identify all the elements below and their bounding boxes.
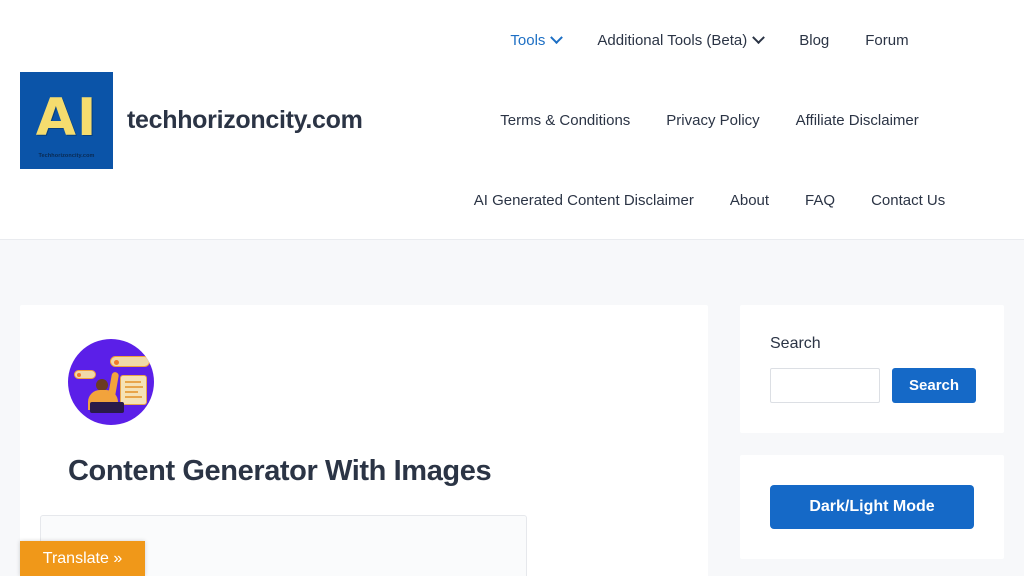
nav-item-faq[interactable]: FAQ <box>787 192 853 209</box>
search-widget: Search Search <box>740 305 1004 433</box>
nav-item-label: Tools <box>510 31 546 49</box>
chevron-down-icon[interactable] <box>752 30 766 44</box>
nav-item-contact-us[interactable]: Contact Us <box>853 192 963 209</box>
nav-item-label: Privacy Policy <box>666 111 760 129</box>
dark-light-mode-button[interactable]: Dark/Light Mode <box>770 485 974 529</box>
page-title: Content Generator With Images <box>68 455 492 487</box>
illustration-left-bar <box>74 370 96 379</box>
search-button[interactable]: Search <box>892 368 977 403</box>
illustration-doc-line <box>125 396 142 398</box>
illustration-laptop <box>90 402 124 413</box>
illustration-doc-line <box>125 381 141 383</box>
illustration-document <box>120 375 147 405</box>
nav-row-3: AI Generated Content Disclaimer About FA… <box>395 160 1024 240</box>
nav-item-privacy-policy[interactable]: Privacy Policy <box>648 112 777 129</box>
nav-item-blog[interactable]: Blog <box>781 32 847 49</box>
nav-row-2: Terms & Conditions Privacy Policy Affili… <box>395 80 1024 160</box>
nav-item-affiliate-disclaimer[interactable]: Affiliate Disclaimer <box>778 112 937 129</box>
sidebar: Search Search Dark/Light Mode <box>740 305 1004 559</box>
search-input[interactable] <box>770 368 880 403</box>
site-title: techhorizoncity.com <box>127 106 363 134</box>
nav-item-label: Terms & Conditions <box>500 111 631 129</box>
chevron-down-icon[interactable] <box>550 30 564 44</box>
dark-light-mode-widget: Dark/Light Mode <box>740 455 1004 559</box>
nav-item-label: Additional Tools (Beta) <box>597 31 748 49</box>
nav-item-about[interactable]: About <box>712 192 787 209</box>
nav-item-label: Affiliate Disclaimer <box>795 111 919 129</box>
nav-item-label: Contact Us <box>871 191 946 209</box>
logo-ai-text: AI <box>35 87 98 148</box>
site-header: AI Techhorizoncity.com techhorizoncity.c… <box>0 0 1024 240</box>
nav-item-label: About <box>729 191 770 209</box>
nav-item-label: Forum <box>865 31 909 49</box>
page-body: Content Generator With Images Search Sea… <box>0 241 1024 576</box>
nav-item-tools[interactable]: Tools <box>492 30 579 49</box>
logo-subtext: Techhorizoncity.com <box>38 153 95 159</box>
search-widget-title: Search <box>770 335 821 352</box>
nav-row-1: Tools Additional Tools (Beta) Blog Forum <box>395 0 1024 80</box>
content-generator-illustration-icon <box>68 339 154 425</box>
nav-item-label: FAQ <box>805 191 836 209</box>
nav-item-label: AI Generated Content Disclaimer <box>473 191 694 209</box>
primary-navigation: Tools Additional Tools (Beta) Blog Forum… <box>395 0 1024 240</box>
site-logo-icon: AI Techhorizoncity.com <box>20 72 113 169</box>
nav-item-ai-generated-content-disclaimer[interactable]: AI Generated Content Disclaimer <box>456 192 712 209</box>
illustration-top-bar <box>110 356 150 367</box>
illustration-doc-line <box>125 391 138 393</box>
nav-item-label: Blog <box>799 31 830 49</box>
brand-logo-link[interactable]: AI Techhorizoncity.com techhorizoncity.c… <box>20 72 363 169</box>
search-form: Search <box>770 368 977 403</box>
translate-button[interactable]: Translate » <box>20 541 145 576</box>
illustration-doc-line <box>125 386 143 388</box>
nav-item-terms-and-conditions[interactable]: Terms & Conditions <box>482 112 648 129</box>
nav-item-additional-tools-beta[interactable]: Additional Tools (Beta) <box>579 30 781 49</box>
main-content-card: Content Generator With Images <box>20 305 708 576</box>
nav-item-forum[interactable]: Forum <box>847 32 926 49</box>
